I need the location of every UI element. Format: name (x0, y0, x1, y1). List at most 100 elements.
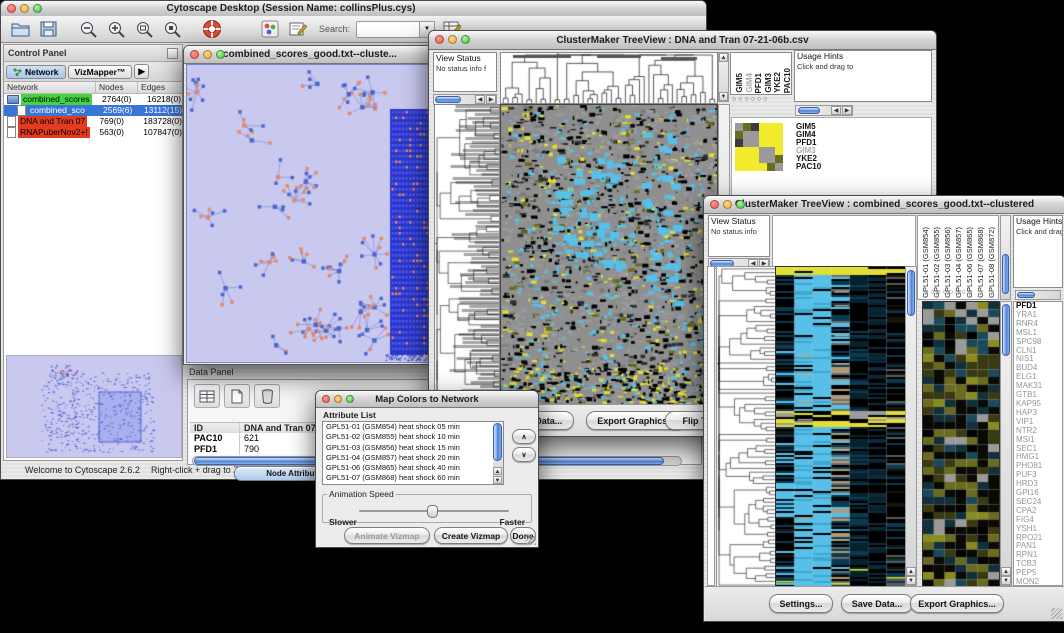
attribute-list-item[interactable]: GPL51-03 (GSM856) heat shock 15 min (323, 443, 503, 453)
matrix-cell[interactable] (759, 123, 767, 131)
zoom-in-icon[interactable] (105, 18, 127, 40)
zoom-button[interactable] (461, 35, 470, 44)
zoom-selected-icon[interactable] (161, 18, 183, 40)
heatmap-vscrollbar[interactable]: ▲ ▼ (905, 266, 917, 586)
close-button[interactable] (190, 50, 199, 59)
matrix-cell[interactable] (767, 139, 775, 147)
attribute-list-item[interactable]: GPL51-07 (GSM868) heat shock 60 min (323, 473, 503, 483)
matrix-cell[interactable] (767, 163, 775, 171)
save-session-button[interactable] (37, 18, 59, 40)
new-attribute-icon[interactable] (224, 384, 250, 408)
attribute-list-item[interactable]: GPL51-06 (GSM865) heat shock 40 min (323, 463, 503, 473)
network-row[interactable]: combined_sco2569(6)13112(15) (4, 105, 182, 116)
scroll-thumb[interactable] (435, 96, 461, 103)
attribute-listbox[interactable]: GPL51-01 (GSM854) heat shock 05 min GPL51… (322, 421, 504, 485)
attribute-list-item[interactable]: GPL51-04 (GSM857) heat shock 20 min (323, 453, 503, 463)
matrix-cell[interactable] (775, 131, 783, 139)
attribute-list-item[interactable]: GPL51-01 (GSM854) heat shock 05 min (323, 422, 503, 432)
matrix-cell[interactable] (735, 131, 743, 139)
matrix-cell[interactable] (743, 139, 751, 147)
minimize-button[interactable] (448, 35, 457, 44)
delete-attribute-trash-icon[interactable] (254, 384, 280, 408)
matrix-cell[interactable] (767, 123, 775, 131)
matrix-cell[interactable] (751, 131, 759, 139)
gene-list-vscrollbar[interactable]: ▲ ▼ (1000, 301, 1012, 586)
matrix-cell[interactable] (751, 139, 759, 147)
scroll-up-icon[interactable]: ▲ (906, 567, 916, 576)
matrix-cell[interactable] (743, 163, 751, 171)
annotation-icon[interactable] (287, 18, 309, 40)
network-view-titlebar[interactable]: combined_scores_good.txt--cluste... (184, 46, 436, 64)
scroll-up-icon[interactable]: ▲ (1001, 567, 1011, 576)
close-button[interactable] (7, 4, 16, 13)
scroll-thumb[interactable] (1017, 292, 1035, 298)
matrix-cell[interactable] (735, 123, 743, 131)
move-down-button[interactable]: ∨ (512, 447, 536, 462)
matrix-cell[interactable] (767, 147, 775, 155)
dialog-titlebar[interactable]: Map Colors to Network (316, 391, 538, 408)
scroll-down-icon[interactable]: ▼ (906, 576, 916, 585)
settings-button[interactable]: Settings... (769, 594, 833, 613)
scroll-left-icon[interactable]: ◀ (831, 106, 841, 115)
matrix-cell[interactable] (759, 155, 767, 163)
global-heatmap[interactable] (500, 104, 718, 406)
move-up-button[interactable]: ∧ (512, 429, 536, 444)
matrix-cell[interactable] (767, 131, 775, 139)
minimize-button[interactable] (203, 50, 212, 59)
animate-vizmap-button[interactable]: Animate Vizmap (344, 527, 430, 544)
matrix-cell[interactable] (767, 155, 775, 163)
scroll-left-icon[interactable]: ◀ (475, 95, 485, 104)
matrix-cell[interactable] (743, 155, 751, 163)
close-button[interactable] (710, 200, 719, 209)
matrix-cell[interactable] (775, 147, 783, 155)
minimize-button[interactable] (723, 200, 732, 209)
gene-label-list[interactable]: PFD1YRA1RNR4MSL1SPC98CLN1NIS1BUD4ELG1MAK… (1013, 301, 1063, 586)
resize-grip[interactable] (525, 534, 536, 545)
scroll-right-icon[interactable]: ▶ (842, 106, 852, 115)
matrix-cell[interactable] (751, 155, 759, 163)
save-data-button[interactable]: Save Data... (841, 594, 913, 613)
export-graphics-button[interactable]: Export Graphics... (910, 594, 1004, 613)
list-vscrollbar[interactable]: ▲ ▼ (493, 422, 503, 484)
scroll-down-icon[interactable]: ▼ (493, 476, 502, 484)
attribute-select-icon[interactable] (194, 384, 220, 408)
cytoscape-titlebar[interactable]: Cytoscape Desktop (Session Name: collins… (1, 1, 706, 17)
global-heatmap[interactable] (775, 266, 906, 588)
matrix-cell[interactable] (751, 147, 759, 155)
scroll-thumb[interactable] (798, 107, 820, 114)
close-button[interactable] (435, 35, 444, 44)
tab-overflow-button[interactable]: ▶ (134, 64, 149, 79)
zoom-button[interactable] (346, 395, 354, 403)
labels-vscrollbar[interactable] (1000, 215, 1011, 300)
dendrogram-vscrollbar[interactable]: ▲ ▼ (718, 52, 729, 102)
create-vizmap-button[interactable]: Create Vizmap (434, 527, 508, 544)
network-graph-canvas[interactable] (186, 64, 434, 363)
tab-network[interactable]: Network (6, 65, 66, 79)
open-session-button[interactable] (9, 18, 31, 40)
scroll-thumb[interactable] (907, 270, 915, 316)
matrix-cell[interactable] (759, 139, 767, 147)
network-row[interactable]: RNAPuberNov2+!563(0)107847(0) (4, 127, 182, 138)
matrix-cell[interactable] (735, 155, 743, 163)
zoom-fit-icon[interactable] (133, 18, 155, 40)
zoom-button[interactable] (33, 4, 42, 13)
matrix-cell[interactable] (735, 147, 743, 155)
scroll-up-icon[interactable]: ▲ (719, 53, 728, 62)
search-input[interactable] (356, 21, 420, 38)
matrix-cell[interactable] (751, 163, 759, 171)
zoom-button[interactable] (736, 200, 745, 209)
resize-grip[interactable] (1051, 608, 1062, 619)
column-dendrogram[interactable] (500, 52, 718, 104)
row-dendrogram[interactable] (716, 266, 776, 588)
matrix-cell[interactable] (735, 139, 743, 147)
scroll-down-icon[interactable]: ▼ (719, 92, 728, 101)
matrix-cell[interactable] (743, 131, 751, 139)
scroll-thumb[interactable] (1002, 254, 1009, 294)
scroll-up-icon[interactable]: ▲ (493, 467, 502, 475)
help-lifering-icon[interactable] (201, 18, 223, 40)
network-row[interactable]: combined_scores2764(0)16218(0) (4, 94, 182, 105)
float-panel-icon[interactable] (167, 48, 178, 59)
scroll-thumb[interactable] (493, 423, 502, 461)
matrix-cell[interactable] (775, 123, 783, 131)
gene-label[interactable]: MON2 (1016, 578, 1062, 586)
